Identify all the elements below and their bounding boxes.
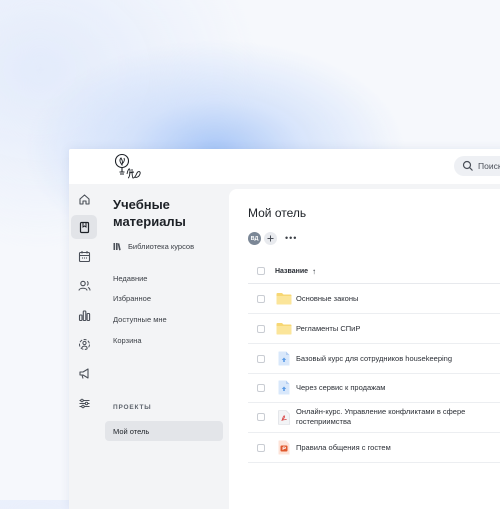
search-icon — [462, 160, 473, 171]
folder-icon — [276, 291, 292, 307]
pdf-file-icon — [276, 409, 292, 425]
content-area: Мой отель ВД ••• Название ↑ Основные зак… — [229, 189, 500, 509]
library-label: Библиотека курсов — [128, 242, 195, 251]
row-name: Правила общения с гостем — [296, 442, 391, 452]
megaphone-icon — [78, 367, 89, 379]
project-item-my-hotel[interactable]: Мой отель — [105, 421, 223, 441]
sort-ascending-icon[interactable]: ↑ — [312, 267, 316, 276]
user-target-icon — [78, 338, 90, 350]
table-header: Название ↑ — [248, 259, 500, 284]
bar-chart-icon — [78, 309, 90, 321]
folder-icon — [276, 321, 292, 337]
search-box[interactable]: Поиск... — [454, 156, 500, 176]
row-name: Регламенты СПиР — [296, 323, 361, 333]
table-row[interactable]: Регламенты СПиР — [248, 314, 500, 344]
nav-item-shared[interactable]: Доступные мне — [113, 315, 167, 324]
sliders-icon — [79, 398, 89, 408]
course-file-icon — [276, 380, 292, 396]
rail-item-users[interactable] — [71, 273, 97, 297]
rail-item-analytics[interactable] — [71, 303, 97, 327]
table-row[interactable]: Базовый курс для сотрудников housekeepin… — [248, 344, 500, 374]
project-label: Мой отель — [113, 426, 150, 436]
table-row[interactable]: Через сервис к продажам — [248, 373, 500, 403]
top-bar: Поиск... — [69, 149, 500, 184]
row-checkbox[interactable] — [257, 354, 265, 363]
row-name: Через сервис к продажам — [296, 382, 386, 392]
row-name: Основные законы — [296, 293, 359, 303]
main-frame: Учебные материалы Библиотека курсов Неда… — [69, 184, 500, 509]
avatar[interactable]: ВД — [248, 232, 261, 245]
table-row[interactable]: Основные законы — [248, 284, 500, 314]
rail-item-announcements[interactable] — [71, 361, 97, 385]
select-all-checkbox[interactable] — [257, 267, 265, 275]
app-window: Поиск... — [69, 149, 500, 509]
more-actions-button[interactable]: ••• — [285, 234, 297, 243]
library-icon — [113, 243, 121, 251]
add-member-button[interactable] — [264, 232, 277, 245]
ppt-file-icon — [276, 440, 292, 456]
table-row[interactable]: Онлайн-курс. Управление конфликтами в сф… — [248, 402, 500, 433]
plus-icon — [267, 235, 274, 242]
row-checkbox[interactable] — [257, 324, 265, 333]
rail-item-home[interactable] — [71, 187, 97, 211]
nav-item-recent[interactable]: Недавние — [113, 274, 147, 283]
rail-item-settings[interactable] — [71, 391, 97, 415]
page-title: Мой отель — [248, 206, 307, 220]
row-checkbox[interactable] — [257, 294, 265, 303]
nav-item-favorites[interactable]: Избранное — [113, 294, 151, 303]
logo-icon[interactable] — [113, 152, 147, 182]
course-file-icon — [276, 351, 292, 367]
book-icon — [79, 221, 89, 233]
row-checkbox[interactable] — [257, 383, 265, 392]
home-icon — [78, 193, 90, 205]
users-icon — [77, 280, 90, 291]
icon-rail — [69, 184, 99, 509]
rail-item-calendar[interactable] — [71, 244, 97, 268]
panel-title: Учебные материалы — [113, 197, 186, 229]
calendar-icon — [78, 250, 90, 262]
library-link[interactable]: Библиотека курсов — [113, 242, 194, 251]
name-column-header[interactable]: Название — [275, 268, 308, 275]
rail-item-materials[interactable] — [71, 215, 97, 239]
nav-item-trash[interactable]: Корзина — [113, 336, 142, 345]
rail-item-target[interactable] — [71, 332, 97, 356]
row-checkbox[interactable] — [257, 413, 265, 421]
search-placeholder: Поиск... — [478, 161, 500, 171]
table-row[interactable]: Правила общения с гостем — [248, 433, 500, 463]
materials-panel: Учебные материалы Библиотека курсов Неда… — [101, 184, 246, 509]
row-checkbox[interactable] — [257, 443, 265, 452]
row-name: Онлайн-курс. Управление конфликтами в сф… — [296, 407, 466, 426]
row-name: Базовый курс для сотрудников housekeepin… — [296, 353, 452, 363]
projects-section-label: ПРОЕКТЫ — [113, 404, 152, 411]
